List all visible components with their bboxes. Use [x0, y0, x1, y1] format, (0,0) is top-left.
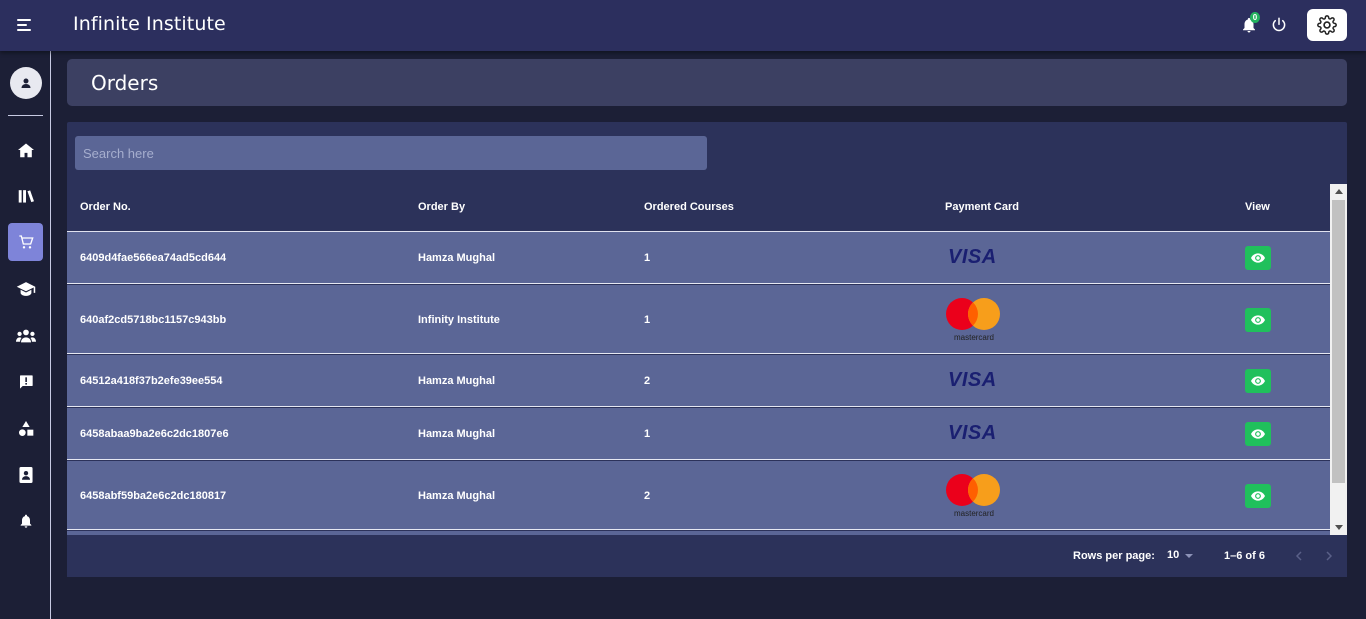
page-title: Orders: [91, 71, 159, 95]
cart-icon: [18, 235, 34, 249]
sidebar-item-library[interactable]: [8, 177, 43, 215]
mastercard-label: mastercard: [953, 333, 994, 342]
sidebar-item-home[interactable]: [8, 131, 43, 169]
users-icon: [15, 329, 36, 343]
search-input[interactable]: [75, 136, 707, 170]
ordered-courses: 2: [644, 375, 651, 387]
sidebar: [0, 51, 51, 619]
shapes-icon: [18, 421, 33, 436]
rows-per-page-select[interactable]: 10: [1167, 549, 1179, 561]
top-bar: Infinite Institute 0: [0, 0, 1366, 51]
visa-logo: VISA: [948, 369, 997, 391]
eye-icon: [1251, 315, 1265, 325]
visa-logo: VISA: [948, 246, 997, 268]
menu-icon[interactable]: [17, 18, 35, 32]
mastercard-logo: mastercard: [944, 297, 1004, 345]
scroll-down-arrow[interactable]: [1335, 525, 1343, 530]
table-scrollbar[interactable]: [1330, 184, 1347, 535]
view-order-button[interactable]: [1245, 422, 1271, 446]
view-order-button[interactable]: [1245, 484, 1271, 508]
orders-table: Order No. Order By Ordered Courses Payme…: [67, 184, 1347, 535]
user-avatar[interactable]: [10, 67, 42, 99]
eye-icon: [1251, 429, 1265, 439]
ordered-courses: 1: [644, 428, 651, 440]
order-by: Hamza Mughal: [418, 428, 496, 440]
order-by: Hamza Mughal: [418, 252, 496, 264]
sidebar-item-courses[interactable]: [8, 270, 43, 308]
scroll-thumb[interactable]: [1332, 200, 1345, 483]
notification-badge: 0: [1250, 12, 1260, 23]
eye-icon: [1251, 491, 1265, 501]
sidebar-item-categories[interactable]: [8, 410, 43, 448]
column-header-ordered-courses[interactable]: Ordered Courses: [644, 201, 734, 213]
power-icon[interactable]: [1270, 16, 1288, 34]
contacts-icon: [18, 467, 33, 483]
table-row: 6409d4fae566ea74ad5cd644 Hamza Mughal 1 …: [67, 232, 1330, 284]
eye-icon: [1251, 376, 1265, 386]
pagination: Rows per page: 10 1–6 of 6: [67, 535, 1347, 577]
table-header: Order No. Order By Ordered Courses Payme…: [67, 184, 1330, 232]
view-order-button[interactable]: [1245, 369, 1271, 393]
order-number: 640af2cd5718bc1157c943bb: [80, 314, 227, 326]
settings-button[interactable]: [1307, 9, 1347, 41]
order-number: 6458abf59ba2e6c2dc180817: [80, 490, 227, 502]
order-by: Hamza Mughal: [418, 490, 496, 502]
column-header-order-by[interactable]: Order By: [418, 201, 465, 213]
sidebar-item-orders[interactable]: [8, 223, 43, 261]
column-header-payment-card[interactable]: Payment Card: [945, 201, 1019, 213]
app-title: Infinite Institute: [73, 13, 226, 35]
graduation-cap-icon: [16, 282, 35, 296]
table-row: 6458abaa9ba2e6c2dc1807e6 Hamza Mughal 1 …: [67, 408, 1330, 460]
sidebar-divider: [8, 115, 43, 116]
order-number: 6409d4fae566ea74ad5cd644: [80, 252, 227, 264]
sidebar-item-feedback[interactable]: [8, 363, 43, 401]
order-by: Infinity Institute: [418, 314, 500, 326]
pagination-range: 1–6 of 6: [1224, 550, 1265, 562]
ordered-courses: 1: [644, 252, 651, 264]
gear-icon: [1317, 15, 1337, 35]
feedback-icon: [19, 375, 33, 389]
eye-icon: [1251, 253, 1265, 263]
mastercard-logo: mastercard: [944, 473, 1004, 521]
rows-per-page-label: Rows per page:: [1073, 550, 1155, 562]
scroll-up-arrow[interactable]: [1335, 189, 1343, 194]
bell-icon: [20, 514, 31, 528]
view-order-button[interactable]: [1245, 246, 1271, 270]
sidebar-item-contacts[interactable]: [8, 456, 43, 494]
next-page-icon[interactable]: [1321, 548, 1337, 564]
visa-logo: VISA: [948, 422, 997, 444]
ordered-courses: 2: [644, 490, 651, 502]
view-order-button[interactable]: [1245, 308, 1271, 332]
table-row: 64512a418f37b2efe39ee554 Hamza Mughal 2 …: [67, 355, 1330, 407]
column-header-order-no[interactable]: Order No.: [80, 201, 131, 213]
table-row: 6458abf59ba2e6c2dc180817 Hamza Mughal 2 …: [67, 461, 1330, 530]
previous-page-icon[interactable]: [1291, 548, 1307, 564]
page-header: Orders: [67, 59, 1347, 106]
library-icon: [18, 190, 34, 203]
person-icon: [21, 78, 31, 88]
ordered-courses: 1: [644, 314, 651, 326]
chevron-down-icon[interactable]: [1185, 554, 1193, 558]
orders-card: Order No. Order By Ordered Courses Payme…: [67, 122, 1347, 577]
table-row: 640af2cd5718bc1157c943bb Infinity Instit…: [67, 285, 1330, 354]
order-by: Hamza Mughal: [418, 375, 496, 387]
home-icon: [17, 143, 34, 158]
column-header-view[interactable]: View: [1245, 201, 1270, 213]
sidebar-item-users[interactable]: [8, 317, 43, 355]
mastercard-label: mastercard: [953, 509, 994, 518]
sidebar-item-notifications[interactable]: [8, 502, 43, 540]
order-number: 6458abaa9ba2e6c2dc1807e6: [80, 428, 229, 440]
order-number: 64512a418f37b2efe39ee554: [80, 375, 223, 387]
